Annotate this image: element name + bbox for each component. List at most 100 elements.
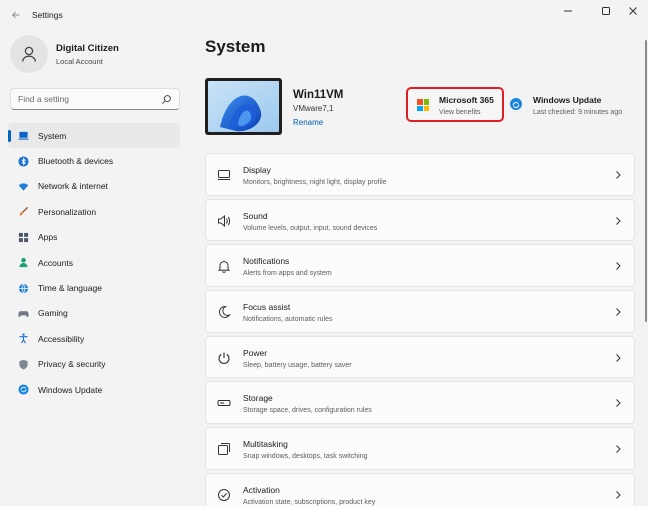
chevron-right-icon	[616, 216, 621, 225]
activation-icon	[216, 487, 232, 503]
card-title: Focus assist	[243, 302, 291, 313]
minimize-button[interactable]	[554, 2, 582, 20]
bluetooth-icon	[16, 154, 30, 168]
card-title: Multitasking	[243, 439, 288, 450]
sidebar-item-label: Accounts	[38, 257, 73, 268]
window-title: Settings	[32, 10, 63, 20]
speaker-icon	[216, 213, 232, 229]
wifi-icon	[16, 179, 30, 193]
back-arrow-icon[interactable]	[8, 7, 24, 23]
sidebar-item-system[interactable]: System	[8, 123, 180, 149]
profile-name: Digital Citizen	[56, 42, 119, 54]
card-subtitle: Sleep, battery usage, battery saver	[243, 361, 352, 369]
sidebar-item-bluetooth-devices[interactable]: Bluetooth & devices	[8, 148, 180, 173]
storage-icon	[216, 395, 232, 411]
chevron-right-icon	[616, 445, 621, 453]
minimize-icon	[564, 10, 572, 12]
scrollbar-thumb[interactable]	[645, 40, 647, 322]
sidebar-nav: System Bluetooth & devices Network & int…	[8, 123, 180, 402]
chevron-right-icon	[616, 399, 621, 408]
sidebar-item-label: Time & language	[38, 283, 102, 294]
card-subtitle: Monitors, brightness, night light, displ…	[243, 179, 387, 186]
user-profile[interactable]: Digital Citizen Local Account	[10, 34, 119, 74]
sidebar-item-privacy-security[interactable]: Privacy & security	[8, 352, 180, 377]
globe-clock-icon	[16, 281, 30, 295]
sidebar-item-accounts[interactable]: Accounts	[8, 250, 180, 275]
windows-update-title[interactable]: Windows Update	[533, 95, 601, 105]
shield-icon	[16, 357, 30, 371]
settings-card-sound[interactable]: Sound Volume levels, output, input, soun…	[205, 198, 635, 242]
power-icon	[216, 350, 232, 366]
bell-icon	[216, 258, 232, 274]
windows-update-last-checked: Last checked: 9 minutes ago	[533, 109, 623, 116]
gamepad-icon	[16, 306, 30, 320]
maximize-icon	[602, 7, 610, 15]
microsoft-365-subtitle: View benefits	[439, 109, 481, 116]
microsoft-365-title: Microsoft 365	[439, 95, 494, 105]
settings-card-notifications[interactable]: Notifications Alerts from apps and syste…	[205, 244, 635, 287]
windows-update-icon	[510, 98, 522, 110]
device-thumbnail	[205, 78, 282, 135]
card-subtitle: Storage space, drives, configuration rul…	[243, 407, 372, 415]
update-icon	[16, 383, 30, 397]
card-subtitle: Notifications, automatic rules	[243, 316, 333, 324]
settings-card-focus-assist[interactable]: Focus assist Notifications, automatic ru…	[205, 290, 635, 333]
close-button[interactable]	[619, 2, 647, 20]
settings-list: Display Monitors, brightness, night ligh…	[205, 153, 635, 506]
close-icon	[629, 7, 637, 15]
sidebar-item-label: Gaming	[38, 308, 68, 319]
wallpaper-image	[208, 81, 279, 132]
chevron-right-icon	[616, 262, 621, 271]
chevron-right-icon	[616, 490, 621, 499]
chevron-right-icon	[616, 171, 621, 179]
search-input[interactable]	[11, 94, 151, 104]
settings-card-storage[interactable]: Storage Storage space, drives, configura…	[205, 381, 635, 424]
brush-icon	[16, 205, 30, 219]
chevron-right-icon	[616, 353, 621, 362]
card-title: Storage	[243, 393, 273, 404]
sidebar-item-label: Bluetooth & devices	[38, 156, 114, 167]
card-title: Activation	[243, 484, 280, 495]
sidebar-item-windows-update[interactable]: Windows Update	[8, 377, 180, 402]
display-icon	[216, 167, 232, 183]
sidebar-item-label: Personalization	[38, 206, 97, 217]
settings-card-activation[interactable]: Activation Activation state, subscriptio…	[205, 472, 635, 506]
settings-card-power[interactable]: Power Sleep, battery usage, battery save…	[205, 335, 635, 379]
card-subtitle: Activation state, subscriptions, product…	[243, 498, 376, 506]
page-title: System	[205, 37, 266, 56]
card-subtitle: Alerts from apps and system	[243, 270, 332, 278]
rename-link[interactable]: Rename	[293, 118, 323, 127]
sidebar-item-network-internet[interactable]: Network & internet	[8, 174, 180, 199]
search-box[interactable]	[10, 88, 180, 110]
sidebar-item-label: Windows Update	[38, 384, 103, 395]
search-icon[interactable]	[161, 94, 172, 105]
sidebar-item-accessibility[interactable]: Accessibility	[8, 326, 180, 351]
sidebar-item-apps[interactable]: Apps	[8, 225, 180, 250]
person-icon	[16, 256, 30, 270]
laptop-icon	[16, 129, 30, 143]
multitasking-icon	[216, 441, 232, 457]
device-model: VMware7,1	[293, 104, 334, 113]
moon-icon	[216, 304, 232, 320]
apps-icon	[16, 230, 30, 244]
accessibility-icon	[16, 332, 30, 346]
maximize-button[interactable]	[592, 2, 620, 20]
settings-card-multitasking[interactable]: Multitasking Snap windows, desktops, tas…	[205, 427, 635, 470]
card-subtitle: Volume levels, output, input, sound devi…	[243, 224, 378, 232]
device-name: Win11VM	[293, 89, 344, 101]
sidebar-item-personalization[interactable]: Personalization	[8, 199, 180, 224]
microsoft-logo-icon	[417, 99, 429, 111]
card-title: Power	[243, 347, 268, 358]
title-bar: Settings	[0, 0, 648, 32]
sidebar-item-time-language[interactable]: Time & language	[8, 275, 180, 300]
microsoft-365-tile[interactable]: Microsoft 365 View benefits	[406, 87, 504, 122]
avatar	[10, 35, 48, 73]
chevron-right-icon	[616, 308, 621, 316]
sidebar-item-label: Accessibility	[38, 333, 85, 344]
sidebar-item-gaming[interactable]: Gaming	[8, 301, 180, 326]
settings-card-display[interactable]: Display Monitors, brightness, night ligh…	[205, 153, 635, 196]
sidebar-item-label: Apps	[38, 232, 58, 243]
profile-account-type: Local Account	[56, 56, 103, 66]
sidebar-item-label: Privacy & security	[38, 359, 106, 370]
card-title: Sound	[243, 210, 268, 221]
